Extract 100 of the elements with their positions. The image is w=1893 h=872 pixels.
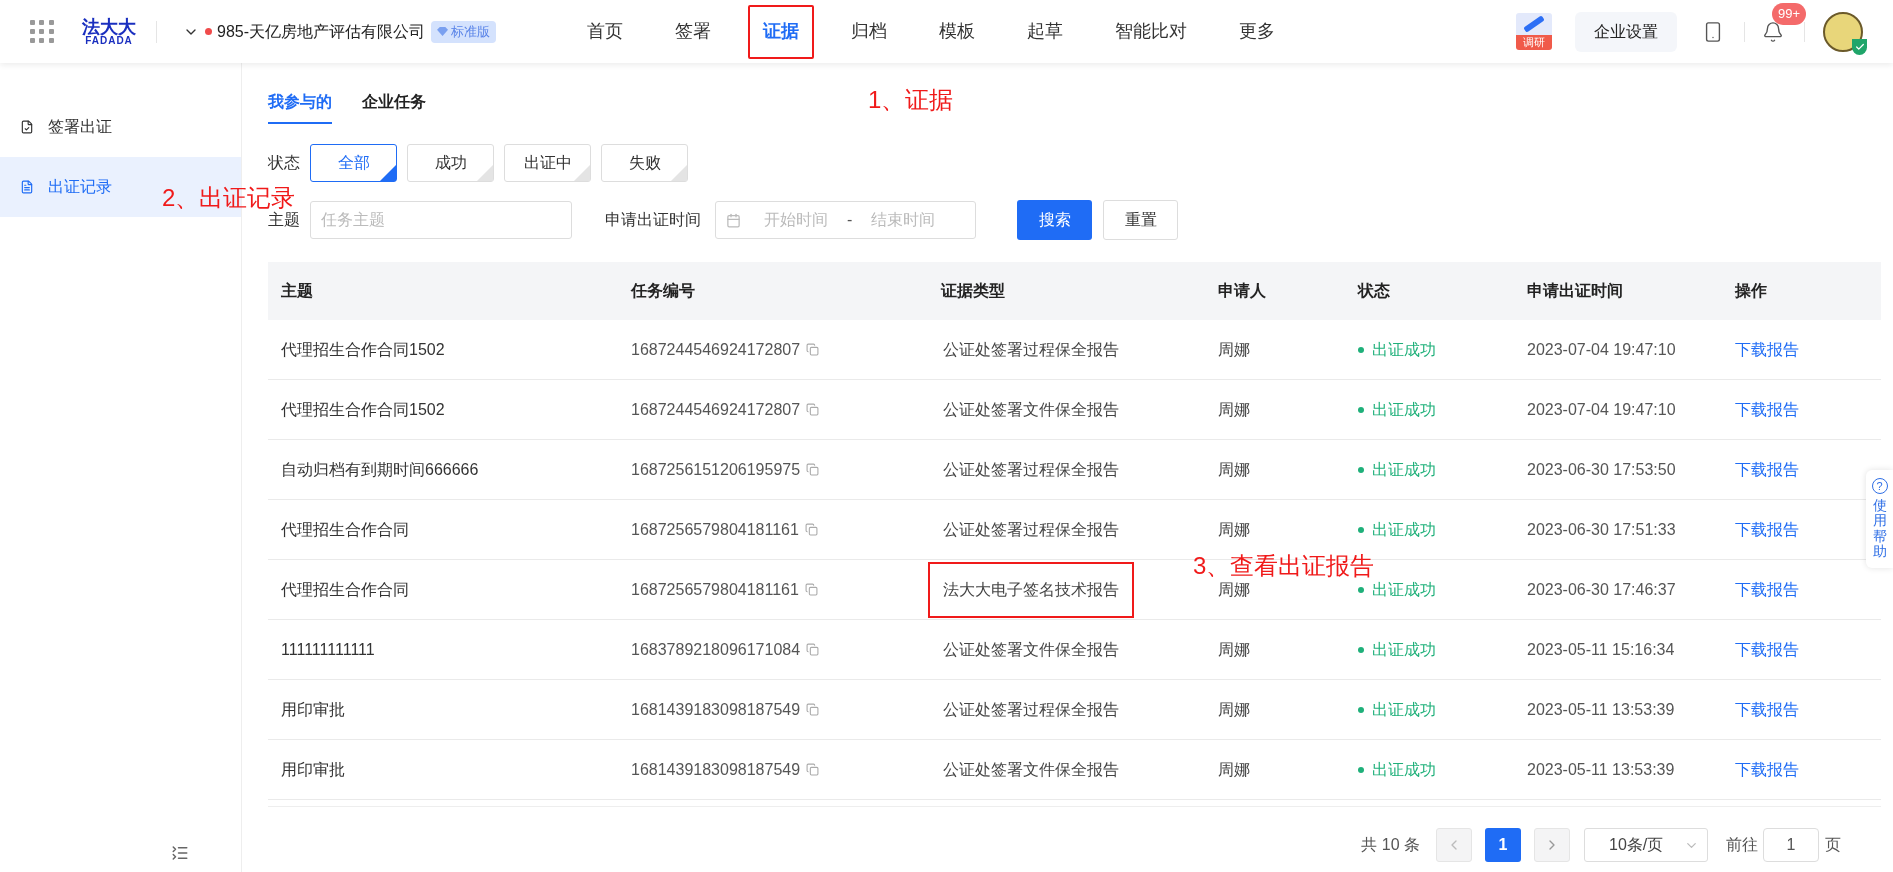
table-cell-text: 自动归档有到期时间666666 [280,459,480,480]
table-cell-text: 周娜 [1217,399,1251,420]
table-cell-text: 周娜 [1217,579,1251,600]
status-filter-button[interactable]: 出证中 [504,144,591,182]
apps-grid-icon[interactable] [30,20,54,43]
nav-tab[interactable]: 首页 [572,4,639,59]
status-filter-button[interactable]: 成功 [407,144,494,182]
table-cell-text: 公证处签署文件保全报告 [942,639,1120,660]
copy-icon[interactable] [806,763,820,776]
table-cell-text: 2023-07-04 19:47:10 [1526,339,1677,360]
help-label: 使用帮助 [1872,498,1887,560]
copy-icon[interactable] [804,523,818,536]
previous-page-button[interactable] [1436,828,1472,862]
copy-icon[interactable] [804,583,818,596]
nav-tab[interactable]: 更多 [1224,4,1291,59]
nav-tab[interactable]: 智能比对 [1100,4,1203,59]
copy-icon[interactable] [806,703,820,716]
goto-page-field[interactable]: 1 [1763,828,1819,862]
annotation-text: 3、查看出证报告 [1193,551,1375,581]
page-size-select[interactable]: 10条/页 [1584,828,1708,862]
company-name[interactable]: 985-天亿房地产评估有限公司 [217,19,426,44]
next-page-button[interactable] [1534,828,1570,862]
copy-icon[interactable] [806,403,820,416]
page-suffix: 页 [1825,835,1841,855]
status-filter-button[interactable]: 全部 [310,144,397,182]
table-cell-text: 公证处签署过程保全报告 [942,339,1120,360]
download-report-link[interactable]: 下载报告 [1735,517,1799,542]
table-cell-text: 1687256579804181161 [631,519,799,540]
status-text: 出证成功 [1372,639,1436,660]
column-header: 证据类型 [939,281,1006,301]
notification-bell-icon[interactable] [1762,20,1784,43]
table-cell-text: 代理招生合作合同1502 [280,399,446,420]
table-cell-text: 1681439183098187549 [631,759,801,780]
table-cell-text: 公证处签署过程保全报告 [942,459,1120,480]
table-cell-text: 用印审批 [280,699,346,720]
status-text: 出证成功 [1372,699,1436,720]
goto-label: 前往 [1726,835,1758,855]
nav-tab[interactable]: 归档 [836,4,903,59]
nav-tab[interactable]: 证据 [748,4,815,59]
status-text: 出证成功 [1372,399,1436,420]
download-report-link[interactable]: 下载报告 [1735,637,1799,662]
table-cell-text: 公证处签署文件保全报告 [942,759,1120,780]
copy-icon[interactable] [806,463,820,476]
table-cell-text: 代理招生合作合同 [280,579,410,600]
status-label: 状态 [268,153,300,173]
table-cell: 法大大电子签名技术报告 [928,561,1134,618]
copy-icon[interactable] [806,343,820,356]
table-cell-text: 2023-06-30 17:53:50 [1526,459,1677,480]
table-cell-text: 周娜 [1217,339,1251,360]
table-cell-text: 1687244546924172807 [631,339,801,360]
tab[interactable]: 我参与的 [268,90,332,124]
table-cell-text: 代理招生合作合同1502 [280,339,446,360]
status-text: 出证成功 [1372,459,1436,480]
subject-input-field[interactable]: 任务主题 [310,201,572,239]
document-icon [20,120,34,134]
sidebar-item[interactable]: 出证记录 [20,175,112,199]
document-icon [20,180,34,194]
column-header: 操作 [1733,281,1768,301]
date-range-field[interactable]: 开始时间 - 结束时间 [715,201,976,239]
download-report-link[interactable]: 下载报告 [1735,397,1799,422]
subject-label: 主题 [268,210,300,230]
download-report-link[interactable]: 下载报告 [1735,697,1799,722]
column-header: 申请人 [1217,281,1267,301]
table-cell-text: 2023-05-11 15:16:34 [1526,639,1676,660]
reset-button[interactable]: 重置 [1103,200,1178,240]
column-header: 任务编号 [629,281,696,301]
status-filter-button[interactable]: 失败 [601,144,688,182]
download-report-link[interactable]: 下载报告 [1735,457,1799,482]
download-report-link[interactable]: 下载报告 [1735,577,1799,602]
help-widget[interactable]: ? 使用帮助 [1866,470,1893,568]
nav-tab[interactable]: 起草 [1012,4,1079,59]
table-cell-text: 2023-06-30 17:51:33 [1526,519,1677,540]
date-label: 申请出证时间 [605,210,701,230]
nav-tab[interactable]: 签署 [660,4,727,59]
edition-tag: 标准版 [431,20,497,43]
page-button[interactable]: 1 [1485,828,1521,862]
nav-tab[interactable]: 模板 [924,4,991,59]
tab[interactable]: 企业任务 [362,90,426,124]
annotation-text: 1、证据 [868,85,954,115]
table-cell-text: 2023-06-30 17:46:37 [1526,579,1677,600]
download-report-link[interactable]: 下载报告 [1735,337,1799,362]
enterprise-settings-button[interactable]: 企业设置 [1575,11,1677,52]
table-cell-text: 公证处签署文件保全报告 [942,399,1120,420]
table-cell-text: 周娜 [1217,459,1251,480]
collapse-sidebar-icon[interactable] [171,844,189,862]
table-cell-text: 用印审批 [280,759,346,780]
logo[interactable]: 法大大 FADADA [82,17,136,46]
copy-icon[interactable] [806,643,820,656]
download-report-link[interactable]: 下载报告 [1735,757,1799,782]
table-cell-text: 2023-07-04 19:47:10 [1526,399,1677,420]
avatar[interactable] [1823,11,1863,52]
verified-shield-icon [1852,38,1867,55]
column-header: 主题 [280,281,314,301]
sidebar-item[interactable]: 签署出证 [20,115,112,139]
table-cell-text: 代理招生合作合同 [280,519,410,540]
table-cell-text: 1683789218096171084 [631,639,801,660]
table-cell-text: 周娜 [1217,519,1251,540]
calendar-icon [726,212,741,228]
table-cell-text: 周娜 [1217,639,1251,660]
search-button[interactable]: 搜索 [1017,200,1092,240]
